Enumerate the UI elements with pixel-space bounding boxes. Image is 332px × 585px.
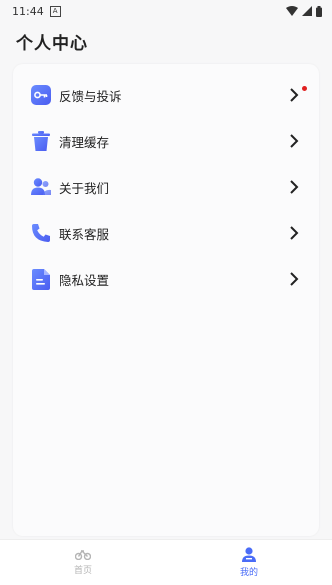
chevron-right-icon (290, 88, 299, 102)
battery-icon (316, 5, 322, 17)
person-icon (242, 547, 256, 562)
chevron-right-icon (290, 134, 299, 148)
menu-item-label: 反馈与投诉 (59, 88, 122, 104)
wifi-icon (286, 6, 298, 16)
signal-icon (302, 6, 312, 16)
status-bar: 11:44 A (0, 0, 332, 22)
menu-item-label: 隐私设置 (59, 272, 110, 288)
tab-mine-label: 我的 (239, 568, 258, 578)
menu-item-customer-service[interactable]: 联系客服 (13, 210, 319, 256)
tab-home-label: 首页 (73, 566, 92, 576)
menu-item-label: 联系客服 (59, 226, 110, 242)
bottom-nav: 首页 我的 (0, 539, 332, 585)
menu-item-label: 关于我们 (59, 180, 110, 196)
menu-card: 反馈与投诉 清理缓存 关于我们 联系客服 隐私设置 (13, 64, 319, 536)
users-icon (30, 176, 52, 198)
tab-home[interactable]: 首页 (0, 540, 166, 585)
chevron-right-icon (290, 226, 299, 240)
menu-item-feedback[interactable]: 反馈与投诉 (13, 72, 319, 118)
page-title: 个人中心 (16, 34, 88, 54)
menu-item-about-us[interactable]: 关于我们 (13, 164, 319, 210)
chevron-right-icon (290, 180, 299, 194)
notification-badge (302, 86, 307, 91)
menu-item-label: 清理缓存 (59, 134, 110, 150)
menu-item-privacy-settings[interactable]: 隐私设置 (13, 256, 319, 302)
bike-icon (75, 549, 91, 560)
tab-mine[interactable]: 我的 (166, 540, 332, 585)
trash-icon (30, 130, 52, 152)
chevron-right-icon (290, 272, 299, 286)
menu-item-clear-cache[interactable]: 清理缓存 (13, 118, 319, 164)
notification-icon: A (49, 5, 61, 17)
key-icon (30, 84, 52, 106)
phone-icon (30, 222, 52, 244)
status-time: 11:44 (12, 4, 44, 18)
document-icon (30, 268, 52, 290)
